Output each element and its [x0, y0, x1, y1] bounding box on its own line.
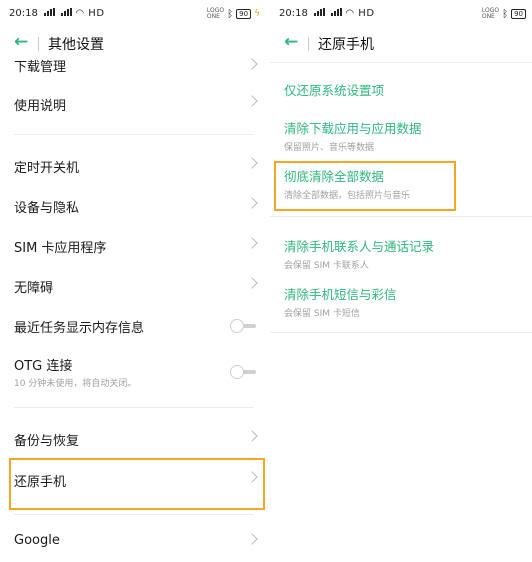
- chevron-right-icon: [246, 95, 258, 107]
- reset-option-sms-mms[interactable]: 清除手机短信与彩信 会保留 SIM 卡短信: [284, 284, 522, 319]
- status-time: 20:18: [279, 8, 308, 19]
- option-sublabel: 会保留 SIM 卡短信: [284, 309, 360, 319]
- bluetooth-icon: ᛒ: [502, 8, 509, 20]
- row-label: 定时开关机: [14, 161, 80, 176]
- row-label: SIM 卡应用程序: [14, 241, 107, 256]
- reset-option-contacts-calls[interactable]: 清除手机联系人与通话记录 会保留 SIM 卡联系人: [284, 236, 522, 271]
- network-type-label: HD: [358, 8, 375, 19]
- chevron-right-icon: [246, 58, 258, 70]
- row-label: 设备与隐私: [14, 201, 80, 216]
- settings-row-backup-restore[interactable]: 备份与恢复: [0, 419, 266, 459]
- chevron-right-icon: [246, 277, 258, 289]
- settings-row-device-privacy[interactable]: 设备与隐私: [0, 186, 266, 226]
- section-divider: [14, 407, 254, 408]
- reset-option-system-settings[interactable]: 仅还原系统设置项: [284, 80, 522, 99]
- row-sublabel: 10 分钟未使用，将自动关闭。: [14, 379, 137, 389]
- row-label: OTG 连接: [14, 359, 73, 374]
- recent-tasks-memory-toggle[interactable]: [230, 319, 256, 333]
- row-label: 备份与恢复: [14, 434, 80, 449]
- settings-row-otg: OTG 连接 10 分钟未使用，将自动关闭。: [0, 346, 266, 398]
- row-label: 无障碍: [14, 281, 54, 296]
- settings-row-download-management[interactable]: 下载管理: [0, 46, 266, 86]
- option-label: 清除下载应用与应用数据: [284, 121, 422, 136]
- settings-row-recent-tasks-memory: 最近任务显示内存信息: [0, 306, 266, 346]
- status-right-icons: LOGO ONE ᛒ 90 ϟ: [207, 8, 260, 20]
- section-divider: [270, 332, 532, 333]
- option-label: 清除手机短信与彩信: [284, 287, 397, 302]
- otg-toggle[interactable]: [230, 365, 256, 379]
- toggle-knob: [230, 365, 244, 379]
- header-divider: [308, 37, 309, 51]
- status-bar: 20:18 ◠ HD LOGO ONE ᛒ 90: [270, 0, 532, 28]
- back-arrow-icon[interactable]: ←: [284, 32, 298, 52]
- page-title: 还原手机: [318, 37, 374, 53]
- row-label: Google: [14, 533, 60, 548]
- row-label: 使用说明: [14, 99, 67, 114]
- wifi-icon: ◠: [345, 8, 355, 19]
- option-label: 清除手机联系人与通话记录: [284, 239, 435, 254]
- toggle-knob: [230, 319, 244, 333]
- option-sublabel: 会保留 SIM 卡联系人: [284, 261, 369, 271]
- row-label: 最近任务显示内存信息: [14, 321, 145, 336]
- battery-icon: 90: [511, 9, 526, 19]
- status-right-icons: LOGO ONE ᛒ 90: [482, 8, 526, 20]
- row-label: 下载管理: [14, 60, 67, 75]
- status-bar: 20:18 ◠ HD LOGO ONE ᛒ 90 ϟ: [0, 0, 266, 28]
- chevron-right-icon: [246, 533, 258, 545]
- other-settings-screen: 20:18 ◠ HD LOGO ONE ᛒ 90 ϟ ← 其他设置 下载管理 使用…: [0, 0, 266, 562]
- bluetooth-icon: ᛒ: [227, 8, 234, 20]
- reset-phone-screen: 20:18 ◠ HD LOGO ONE ᛒ 90 ← 还原手机 仅还原系统设置项 …: [270, 0, 532, 562]
- wifi-icon: ◠: [75, 8, 85, 19]
- chevron-right-icon: [246, 430, 258, 442]
- settings-row-sim-apps[interactable]: SIM 卡应用程序: [0, 226, 266, 266]
- status-time: 20:18: [9, 8, 38, 19]
- battery-icon: 90: [236, 9, 252, 19]
- section-divider: [270, 216, 532, 217]
- settings-row-accessibility[interactable]: 无障碍: [0, 266, 266, 306]
- logo-tag-icon: LOGO ONE: [206, 7, 225, 20]
- chevron-right-icon: [246, 157, 258, 169]
- network-type-label: HD: [88, 8, 105, 19]
- section-divider: [14, 514, 254, 515]
- logo-tag-icon: LOGO ONE: [481, 7, 500, 20]
- chevron-right-icon: [246, 197, 258, 209]
- reset-option-downloaded-apps[interactable]: 清除下载应用与应用数据 保留照片、音乐等数据: [284, 118, 522, 153]
- section-divider: [14, 134, 254, 135]
- chevron-right-icon: [246, 237, 258, 249]
- settings-row-scheduled-power[interactable]: 定时开关机: [0, 146, 266, 186]
- header-divider-line: [270, 62, 532, 63]
- highlight-box: [9, 458, 265, 510]
- signal-bars-icon: ◠ HD: [42, 8, 105, 19]
- charging-bolt-icon: ϟ: [254, 9, 260, 19]
- highlight-box: [274, 161, 456, 211]
- option-sublabel: 保留照片、音乐等数据: [284, 143, 375, 153]
- signal-bars-icon: ◠ HD: [312, 8, 375, 19]
- option-label: 仅还原系统设置项: [284, 83, 385, 98]
- settings-row-google[interactable]: Google: [0, 522, 266, 562]
- page-header: ← 还原手机: [270, 28, 532, 60]
- settings-row-user-guide[interactable]: 使用说明: [0, 84, 266, 124]
